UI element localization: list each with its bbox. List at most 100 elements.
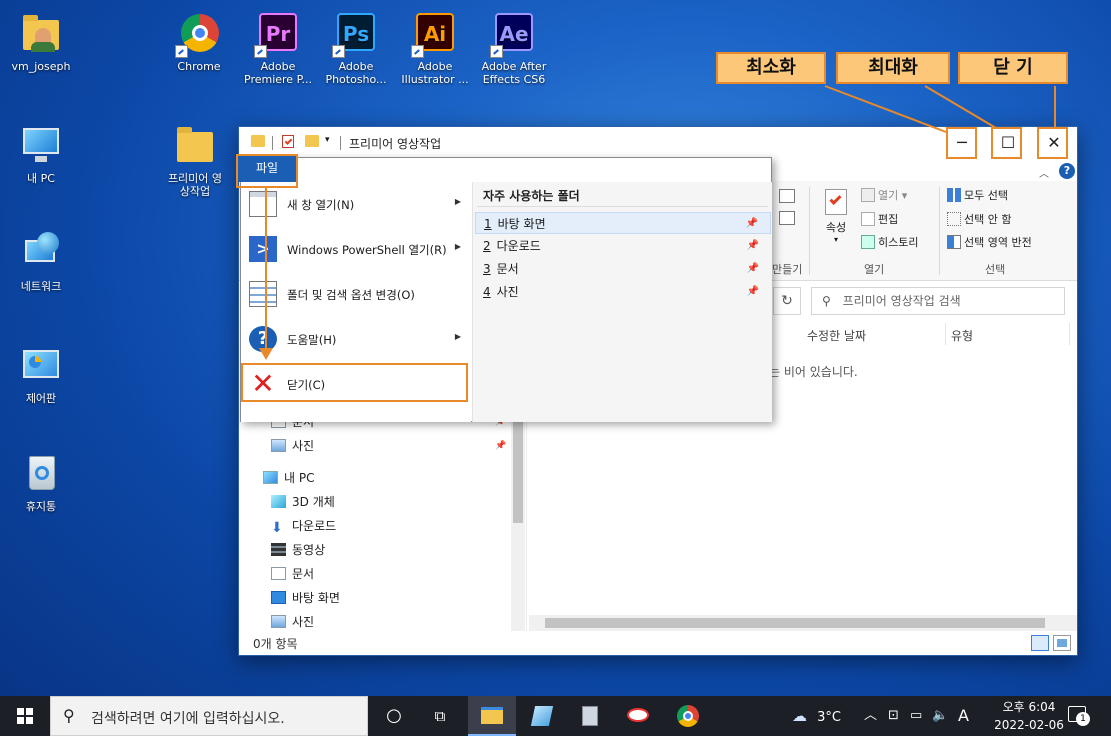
notification-count: 1 <box>1076 712 1090 726</box>
desktop-icon-folder[interactable]: 프리미어 영상작업 <box>157 124 233 198</box>
monitor-icon <box>263 471 278 484</box>
tray-network-button[interactable]: ▭ <box>910 696 922 736</box>
properties-icon <box>825 189 847 215</box>
tray-volume-button[interactable]: 🔈 <box>932 696 948 736</box>
taskbar-clock[interactable]: 오후 6:04 2022-02-06 <box>991 698 1067 734</box>
nav-item-pictures-quick[interactable]: 사진 <box>271 435 314 457</box>
taskbar: ⚲ 검색하려면 여기에 입력하십시오. ○ ⧉ ☁ 3°C ︿ ⊡ ▭ 🔈 A … <box>0 696 1111 736</box>
copy-path-icon[interactable] <box>779 189 795 203</box>
download-icon: ⬇ <box>271 520 283 536</box>
desktop-icon-control-panel[interactable]: 제어판 <box>3 344 79 405</box>
help-icon[interactable]: ? <box>1059 163 1075 179</box>
desktop-icon-after-effects[interactable]: Ae Adobe After Effects CS6 <box>476 12 552 86</box>
desktop-icon-premiere[interactable]: Pr Adobe Premiere P... <box>240 12 316 86</box>
column-header-modified[interactable]: 수정한 날짜 <box>807 327 866 344</box>
nav-item-videos[interactable]: 동영상 <box>271 539 325 561</box>
select-all-button[interactable]: 모두 선택 <box>947 187 1008 203</box>
properties-button[interactable]: 속성 ▾ <box>819 189 853 253</box>
clock-time: 오후 6:04 <box>1002 700 1056 714</box>
large-icons-view-button[interactable] <box>1053 635 1071 651</box>
properties-quick-icon[interactable] <box>282 135 294 148</box>
nav-item-desktop[interactable]: 바탕 화면 <box>271 587 340 609</box>
callout-minimize: 최소화 <box>716 52 826 84</box>
folder-icon <box>251 135 265 147</box>
pin-icon[interactable]: 📌 <box>747 235 759 257</box>
close-highlight <box>1037 127 1068 159</box>
taskbar-search-placeholder: 검색하려면 여기에 입력하십시오. <box>91 711 285 727</box>
nav-scrollbar[interactable] <box>511 409 525 631</box>
desktop-icon-user[interactable]: vm_joseph <box>3 12 79 73</box>
tray-overflow-button[interactable]: ︿ <box>864 696 877 736</box>
recent-folder-item[interactable]: 3 문서 📌 <box>475 258 771 280</box>
hscroll-thumb[interactable] <box>545 618 1045 628</box>
maximize-highlight <box>991 127 1022 159</box>
menu-item-powershell[interactable]: > Windows PowerShell 열기(R) ▶ <box>243 229 469 269</box>
nav-item-documents[interactable]: 문서 <box>271 563 314 585</box>
quick-access-dropdown-icon[interactable]: ▾ <box>325 135 330 145</box>
frequent-folders-header: 자주 사용하는 폴더 <box>483 189 580 203</box>
desktop-icon-this-pc[interactable]: 내 PC <box>3 124 79 185</box>
open-icon <box>861 188 875 202</box>
recent-folder-item[interactable]: 1 바탕 화면 📌 <box>475 212 771 234</box>
recent-folder-item[interactable]: 2 다운로드 📌 <box>475 235 771 257</box>
new-item-icon[interactable] <box>779 211 795 225</box>
desktop-icon-label: 제어판 <box>25 392 57 405</box>
taskbar-file-explorer[interactable] <box>468 696 516 736</box>
desktop-icon-recycle-bin[interactable]: 휴지통 <box>3 452 79 513</box>
desktop-icon-illustrator[interactable]: Ai Adobe Illustrator ... <box>397 12 473 86</box>
menu-item-new-window[interactable]: 새 창 열기(N) ▶ <box>243 184 469 224</box>
menu-item-folder-options[interactable]: 폴더 및 검색 옵션 변경(O) <box>243 274 469 314</box>
pin-icon[interactable]: 📌 <box>746 213 758 235</box>
history-button[interactable]: 히스토리 <box>861 234 918 250</box>
nav-item-pictures[interactable]: 사진 <box>271 611 314 633</box>
menu-item-help[interactable]: ? 도움말(H) ▶ <box>243 319 469 359</box>
desktop-icon-network[interactable]: 네트워크 <box>3 232 79 293</box>
frequent-folders: 자주 사용하는 폴더 1 바탕 화면 📌 2 다운로드 📌 3 문서 📌 4 사진 📌 <box>472 182 772 422</box>
snipping-icon <box>627 708 649 722</box>
select-none-button[interactable]: 선택 안 함 <box>947 211 1011 227</box>
pin-icon: 📌 <box>495 441 507 451</box>
ribbon-collapse-icon[interactable]: ︿ <box>1039 165 1049 180</box>
nav-item-3d-objects[interactable]: 3D 개체 <box>271 491 335 513</box>
photoshop-icon: Ps <box>332 12 378 58</box>
invert-selection-button[interactable]: 선택 영역 반전 <box>947 234 1032 250</box>
taskbar-calculator[interactable] <box>566 696 614 736</box>
taskbar-search[interactable]: ⚲ 검색하려면 여기에 입력하십시오. <box>50 696 368 736</box>
refresh-button[interactable]: ↻ <box>773 287 801 315</box>
search-box[interactable]: ⚲ 프리미어 영상작업 검색 <box>811 287 1065 315</box>
folder-icon <box>173 124 217 168</box>
new-folder-quick-icon[interactable] <box>305 135 319 147</box>
notification-center-button[interactable]: 1 <box>1068 706 1090 726</box>
search-icon: ⚲ <box>822 294 831 308</box>
taskbar-snipping[interactable] <box>614 696 662 736</box>
recent-folder-item[interactable]: 4 사진 📌 <box>475 281 771 303</box>
submenu-arrow-icon: ▶ <box>454 197 461 206</box>
film-icon <box>271 543 286 556</box>
edit-button[interactable]: 편집 <box>861 211 898 227</box>
cortana-button[interactable]: ○ <box>370 696 418 736</box>
minimize-highlight <box>946 127 977 159</box>
tray-meet-button[interactable]: ⊡ <box>888 696 899 736</box>
pin-icon[interactable]: 📌 <box>747 281 759 303</box>
content-hscrollbar[interactable] <box>529 615 1077 631</box>
desktop-icon-photoshop[interactable]: Ps Adobe Photosho... <box>318 12 394 86</box>
ime-indicator[interactable]: A <box>958 696 969 736</box>
desktop-icon-chrome[interactable]: Chrome <box>161 12 237 73</box>
weather-widget[interactable]: ☁ 3°C <box>792 696 841 736</box>
open-button[interactable]: 열기 ▾ <box>861 187 907 203</box>
document-icon <box>271 567 286 580</box>
nav-item-downloads[interactable]: ⬇ 다운로드 <box>271 515 336 537</box>
nav-scroll-thumb[interactable] <box>513 413 523 523</box>
taskbar-app-notes[interactable] <box>518 696 566 736</box>
calculator-icon <box>582 706 598 726</box>
taskbar-chrome[interactable] <box>664 696 712 736</box>
speaker-icon: 🔈 <box>932 708 949 723</box>
empty-folder-message: 는 비어 있습니다. <box>769 365 858 379</box>
start-button[interactable] <box>0 696 50 736</box>
column-header-type[interactable]: 유형 <box>951 327 973 344</box>
pin-icon[interactable]: 📌 <box>747 258 759 280</box>
task-view-button[interactable]: ⧉ <box>416 696 464 736</box>
clock-date: 2022-02-06 <box>994 718 1064 732</box>
details-view-button[interactable] <box>1031 635 1049 651</box>
nav-item-this-pc[interactable]: 내 PC <box>263 467 314 489</box>
